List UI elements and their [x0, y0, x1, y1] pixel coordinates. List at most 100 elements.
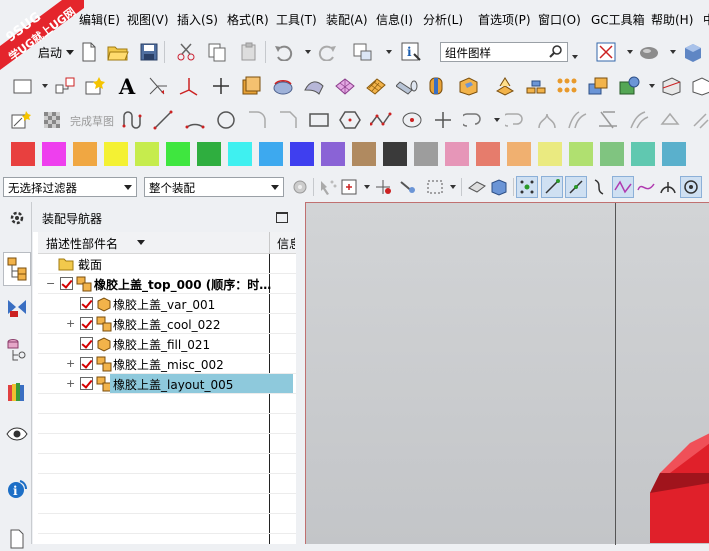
swept-icon[interactable]	[303, 75, 325, 97]
history-info-icon[interactable]: i	[5, 477, 29, 501]
window-manage-icon[interactable]	[352, 41, 374, 63]
menu-info[interactable]: 信息(I)	[376, 11, 413, 28]
finish-sketch-icon[interactable]	[42, 109, 64, 131]
circle-icon[interactable]	[215, 109, 237, 131]
menu-overflow[interactable]: 中	[703, 11, 709, 28]
color-swatch[interactable]	[197, 142, 221, 166]
color-swatch[interactable]	[259, 142, 283, 166]
tree-row-part[interactable]: 橡胶上盖_fill_021	[38, 334, 296, 354]
grid-surface-icon[interactable]	[365, 75, 387, 97]
color-swatch[interactable]	[383, 142, 407, 166]
snap-point-icon[interactable]	[372, 176, 394, 198]
fit-view-icon[interactable]	[595, 41, 617, 63]
visibility-checkbox[interactable]	[80, 377, 93, 390]
search-icon[interactable]	[549, 44, 563, 61]
color-swatch[interactable]	[73, 142, 97, 166]
collapse-icon[interactable]: −	[46, 277, 55, 290]
stack-feature-icon[interactable]	[525, 75, 547, 97]
datum-plane-icon[interactable]	[178, 75, 200, 97]
color-swatch[interactable]	[352, 142, 376, 166]
command-search-field[interactable]: 组件图样	[440, 42, 568, 62]
shaded-cube-icon[interactable]	[682, 41, 704, 63]
rectangle-icon[interactable]	[308, 109, 330, 131]
box-select-icon[interactable]	[424, 176, 446, 198]
snap-center-icon[interactable]	[680, 176, 702, 198]
menu-assembly[interactable]: 装配(A)	[326, 11, 368, 28]
offset-dropdown-icon[interactable]	[494, 118, 500, 122]
color-swatch[interactable]	[135, 142, 159, 166]
chamfer-icon[interactable]	[277, 109, 299, 131]
color-swatch[interactable]	[228, 142, 252, 166]
red-part-model[interactable]	[650, 433, 709, 543]
color-swatch[interactable]	[507, 142, 531, 166]
derived-curve-icon[interactable]	[690, 109, 709, 131]
assembly-scope-select[interactable]: 整个装配	[144, 177, 284, 197]
menu-format[interactable]: 格式(R)	[227, 11, 269, 28]
sketch-dropdown-icon[interactable]	[42, 84, 48, 88]
snap-tangent-icon[interactable]	[657, 176, 679, 198]
visualization-eye-icon[interactable]	[5, 422, 29, 446]
select-face-icon[interactable]	[317, 176, 339, 198]
visibility-checkbox[interactable]	[80, 297, 93, 310]
point-icon[interactable]	[210, 75, 232, 97]
menu-window[interactable]: 窗口(O)	[538, 11, 581, 28]
revolve-icon[interactable]	[272, 75, 294, 97]
cylinder-icon[interactable]	[396, 75, 418, 97]
maximize-panel-icon[interactable]	[276, 212, 288, 223]
color-swatch[interactable]	[445, 142, 469, 166]
paste-icon[interactable]	[238, 41, 260, 63]
tree-row-section[interactable]: 截面	[38, 254, 296, 274]
color-swatch[interactable]	[42, 142, 66, 166]
snap-line-icon[interactable]	[541, 176, 563, 198]
color-swatch[interactable]	[600, 142, 624, 166]
color-swatch[interactable]	[414, 142, 438, 166]
menu-gc-toolbox[interactable]: GC工具箱	[591, 11, 645, 28]
menu-insert[interactable]: 插入(S)	[177, 11, 218, 28]
assembly-navigator-tab-icon[interactable]	[3, 252, 31, 286]
visibility-checkbox[interactable]	[60, 277, 73, 290]
array-dots-icon[interactable]	[556, 75, 578, 97]
plus-point-icon[interactable]	[432, 109, 454, 131]
boolean-dropdown-icon[interactable]	[649, 84, 655, 88]
region-dropdown-icon[interactable]	[364, 185, 370, 189]
snap-gear-icon[interactable]	[289, 176, 311, 198]
fillet-icon[interactable]	[246, 109, 268, 131]
menu-analysis[interactable]: 分析(L)	[423, 11, 463, 28]
select-body-icon[interactable]	[466, 176, 488, 198]
render-dropdown-icon[interactable]	[670, 50, 676, 54]
snap-target-icon[interactable]	[396, 176, 418, 198]
sketch-rect-icon[interactable]	[12, 75, 34, 97]
mesh-surface-icon[interactable]	[334, 75, 356, 97]
color-swatch[interactable]	[631, 142, 655, 166]
blend-body-icon[interactable]	[426, 75, 448, 97]
color-swatch[interactable]	[662, 142, 686, 166]
line-icon[interactable]	[152, 109, 174, 131]
menu-help[interactable]: 帮助(H)	[651, 11, 693, 28]
undo-icon[interactable]	[273, 41, 295, 63]
menu-edit[interactable]: 编辑(E)	[79, 11, 120, 28]
selection-filter-select[interactable]: 无选择过滤器	[3, 177, 137, 197]
color-swatch[interactable]	[11, 142, 35, 166]
subtract-icon[interactable]	[618, 75, 640, 97]
menu-preferences[interactable]: 首选项(P)	[478, 11, 531, 28]
expand-icon[interactable]: +	[66, 317, 75, 330]
color-swatch[interactable]	[290, 142, 314, 166]
trim-body-icon[interactable]	[660, 75, 682, 97]
snap-wave-icon[interactable]	[635, 176, 657, 198]
color-swatch[interactable]	[104, 142, 128, 166]
column-sort-icon[interactable]	[137, 240, 145, 245]
intersection-curve-icon[interactable]	[566, 109, 588, 131]
graphics-viewport[interactable]	[305, 202, 709, 545]
resource-settings-gear-icon[interactable]	[5, 206, 29, 230]
project-curve-icon[interactable]	[659, 109, 681, 131]
undo-dropdown-icon[interactable]	[305, 50, 311, 54]
render-style-icon[interactable]	[638, 41, 660, 63]
snap-endpoint-icon[interactable]	[516, 176, 538, 198]
point-target-icon[interactable]	[401, 109, 423, 131]
snap-curve-icon[interactable]	[589, 176, 611, 198]
tree-row-subassembly[interactable]: + 橡胶上盖_misc_002	[38, 354, 296, 374]
reuse-library-icon[interactable]	[5, 380, 29, 404]
pattern-feature-icon[interactable]	[494, 75, 516, 97]
snap-quadrant-icon[interactable]	[703, 176, 709, 198]
cut-icon[interactable]	[175, 41, 197, 63]
